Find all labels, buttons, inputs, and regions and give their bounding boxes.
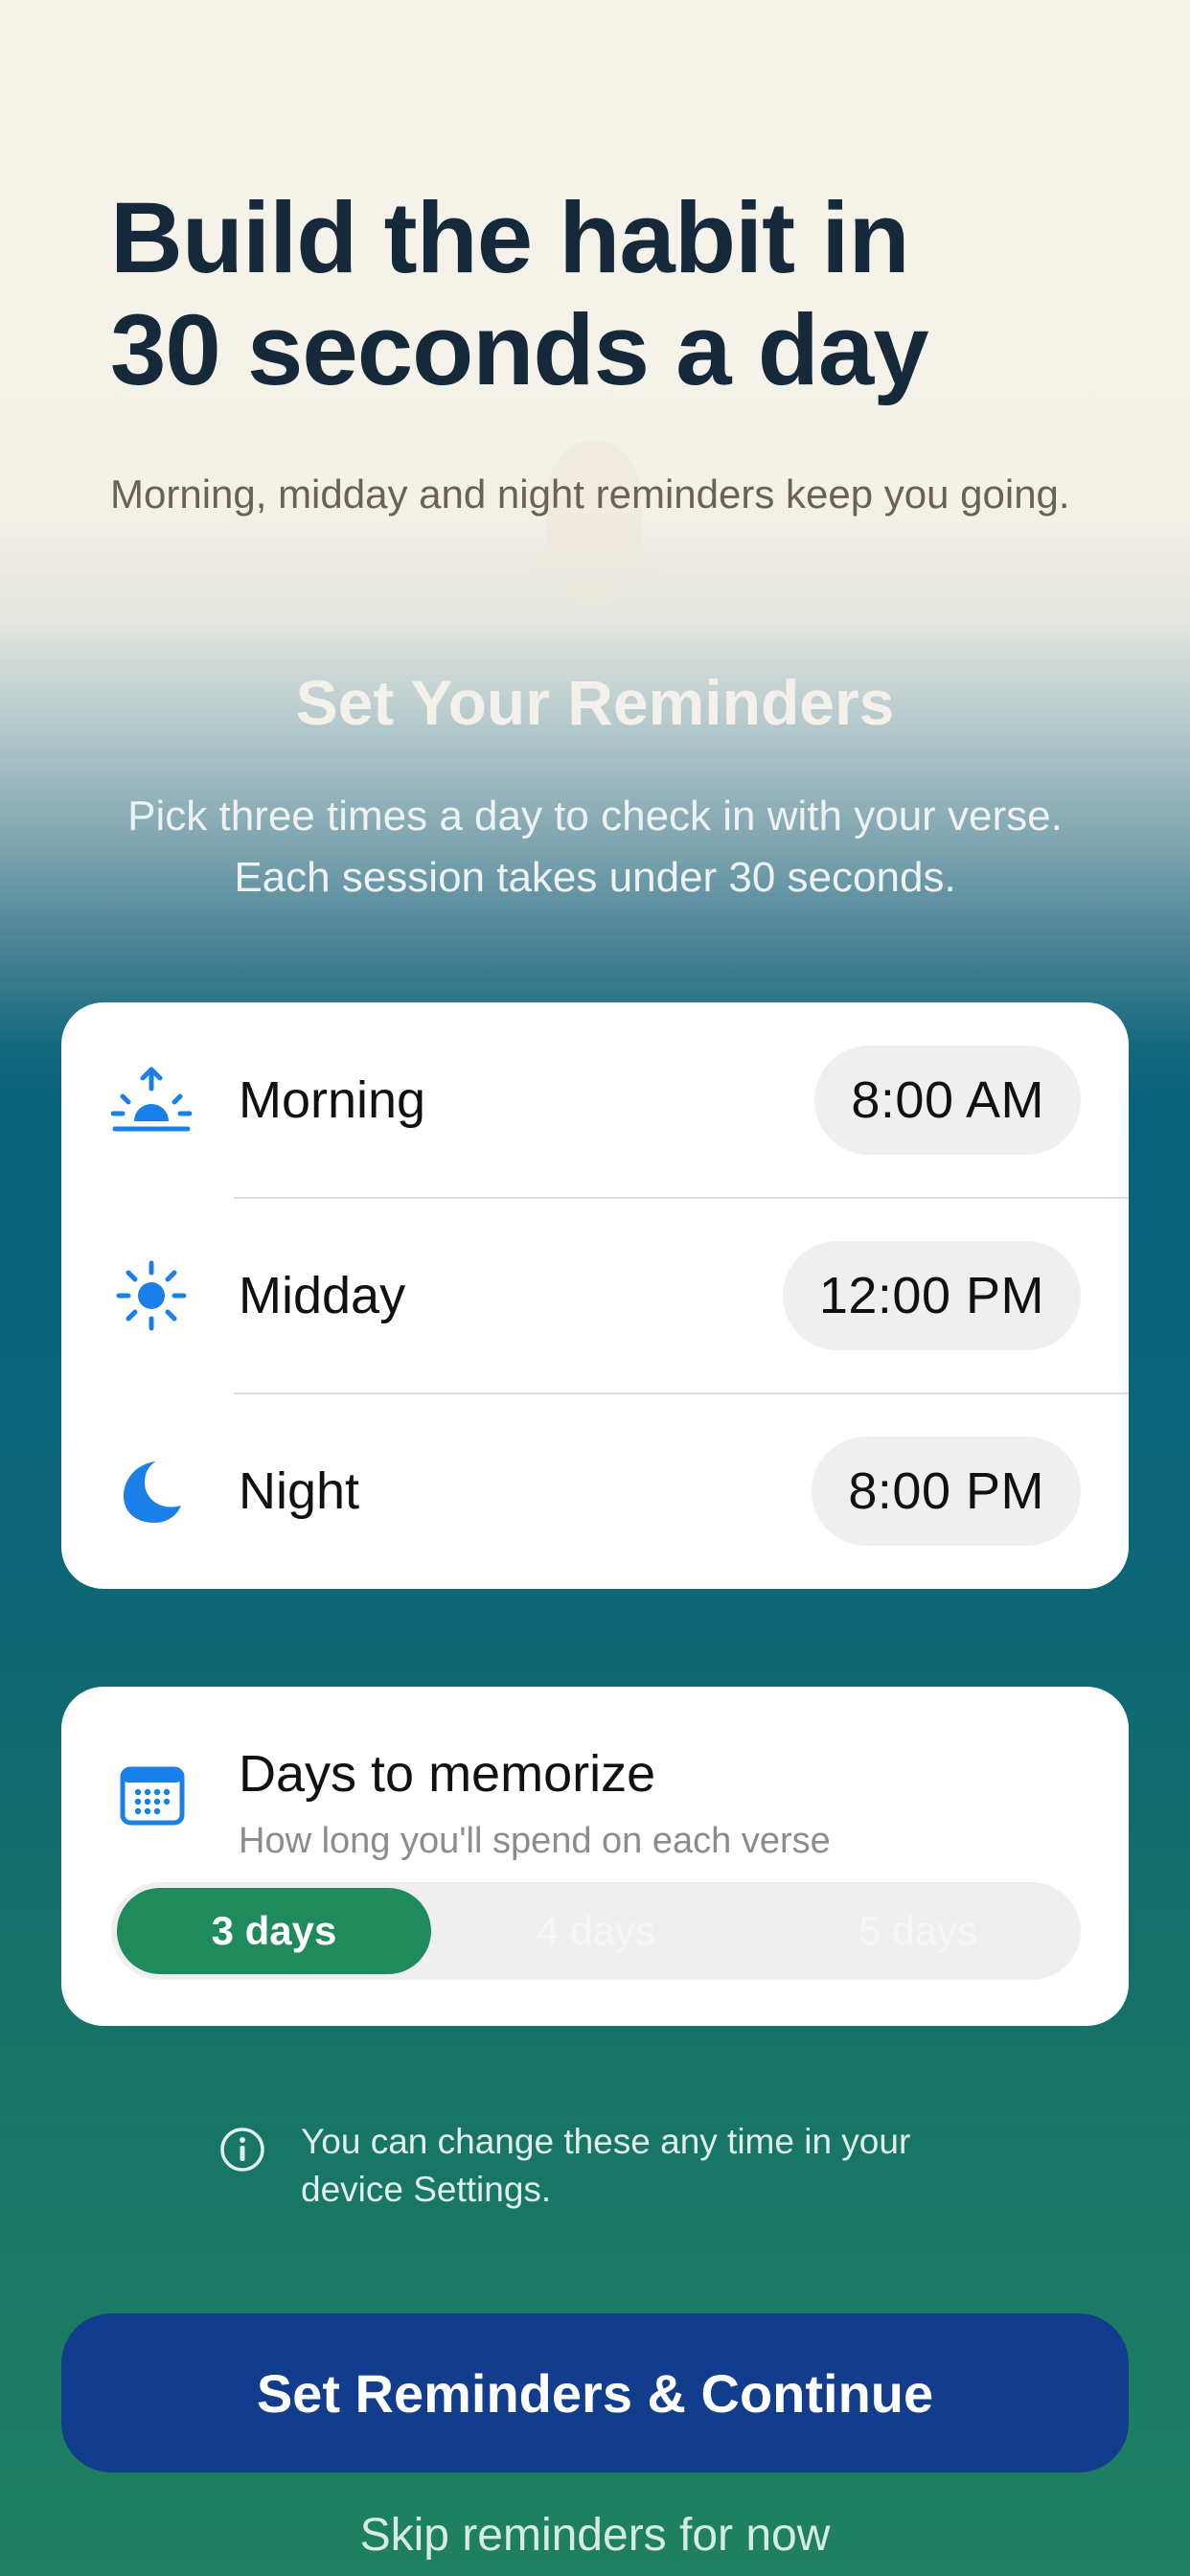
page-subtitle: Morning, midday and night reminders keep… bbox=[110, 472, 1070, 517]
reminder-times-card: Morning 8:00 AM Midday 12:00 PM Night 8:… bbox=[61, 1002, 1129, 1589]
days-option-5[interactable]: 5 days bbox=[761, 1888, 1075, 1974]
sunrise-icon bbox=[109, 1058, 194, 1142]
reminders-title: Set Your Reminders bbox=[295, 667, 895, 738]
days-segmented-control: 3 days 4 days 5 days bbox=[111, 1882, 1081, 1980]
reminders-description-line-2: Each session takes under 30 seconds. bbox=[234, 854, 956, 901]
headline-line-2: 30 seconds a day bbox=[110, 294, 929, 406]
reminder-label-night: Night bbox=[239, 1462, 360, 1520]
sun-icon bbox=[109, 1254, 194, 1338]
days-title: Days to memorize bbox=[239, 1745, 656, 1803]
reminders-description: Pick three times a day to check in with … bbox=[57, 786, 1133, 908]
skip-reminders-link[interactable]: Skip reminders for now bbox=[0, 2509, 1190, 2562]
info-icon bbox=[220, 2128, 264, 2172]
days-option-3[interactable]: 3 days bbox=[117, 1888, 431, 1974]
reminder-row-midday[interactable]: Midday 12:00 PM bbox=[61, 1198, 1129, 1393]
settings-note-text: You can change these any time in your de… bbox=[301, 2118, 1029, 2214]
settings-note-line-2: device Settings. bbox=[301, 2170, 552, 2209]
reminder-label-midday: Midday bbox=[239, 1267, 406, 1324]
time-picker-night[interactable]: 8:00 PM bbox=[812, 1437, 1081, 1546]
reminder-row-morning[interactable]: Morning 8:00 AM bbox=[61, 1002, 1129, 1198]
settings-note-line-1: You can change these any time in your bbox=[301, 2122, 911, 2161]
moon-icon bbox=[109, 1449, 194, 1533]
reminder-row-night[interactable]: Night 8:00 PM bbox=[61, 1393, 1129, 1589]
set-reminders-continue-button[interactable]: Set Reminders & Continue bbox=[61, 2313, 1129, 2472]
time-picker-morning[interactable]: 8:00 AM bbox=[814, 1046, 1081, 1155]
time-picker-midday[interactable]: 12:00 PM bbox=[782, 1241, 1081, 1350]
page-title: Build the habit in 30 seconds a day bbox=[110, 182, 1087, 406]
headline-line-1: Build the habit in bbox=[110, 182, 910, 294]
reminders-description-line-1: Pick three times a day to check in with … bbox=[127, 793, 1063, 840]
days-to-memorize-card: Days to memorize How long you'll spend o… bbox=[61, 1687, 1129, 2026]
days-option-4[interactable]: 4 days bbox=[439, 1888, 753, 1974]
reminder-label-morning: Morning bbox=[239, 1071, 426, 1129]
days-subtitle: How long you'll spend on each verse bbox=[239, 1821, 831, 1861]
calendar-icon bbox=[120, 1766, 185, 1826]
